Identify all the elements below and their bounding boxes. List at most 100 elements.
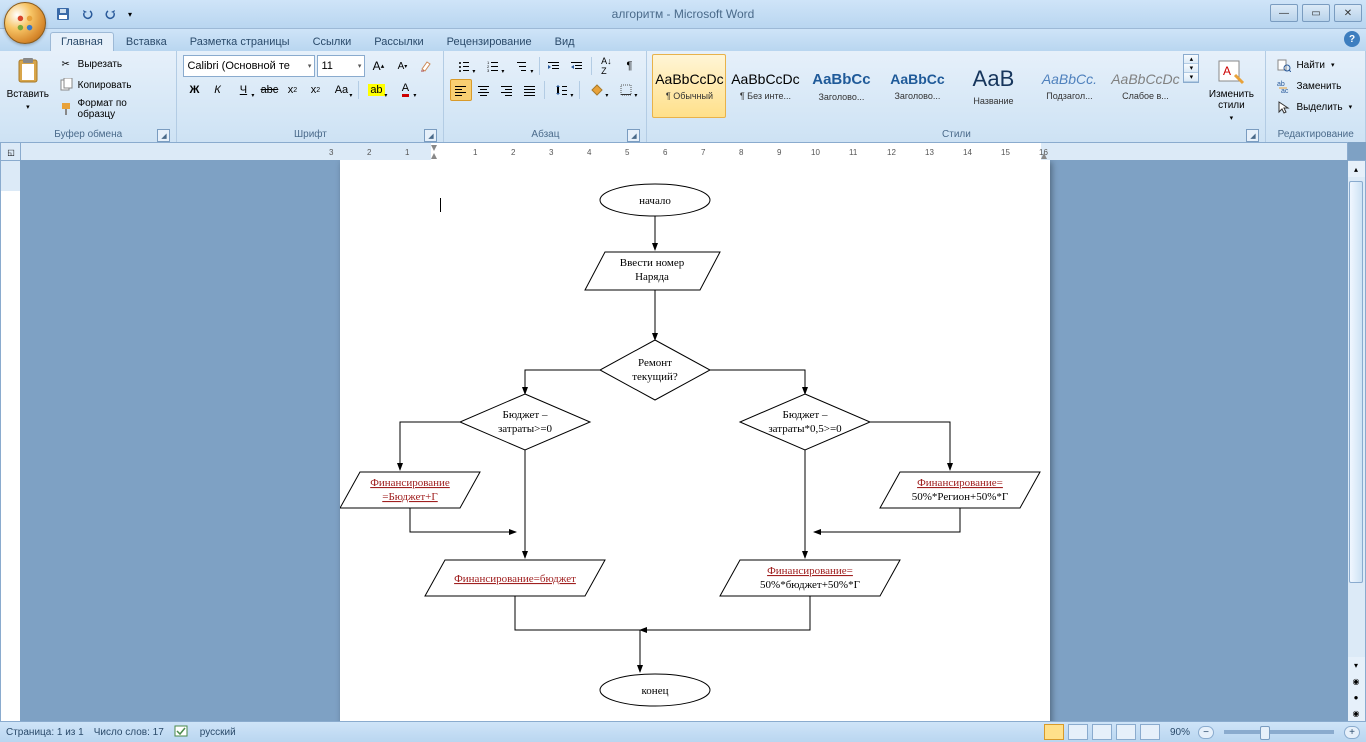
view-web-layout[interactable] bbox=[1092, 724, 1112, 740]
subscript-button[interactable]: x2 bbox=[281, 79, 303, 101]
svg-text:12: 12 bbox=[887, 148, 896, 157]
strikethrough-button[interactable]: abc bbox=[258, 79, 280, 101]
clear-formatting-button[interactable] bbox=[415, 55, 437, 77]
sort-button[interactable]: A↓Z bbox=[595, 55, 617, 77]
styles-scroll-down[interactable]: ▾ bbox=[1184, 64, 1198, 73]
tab-insert[interactable]: Вставка bbox=[115, 32, 178, 51]
svg-text:9: 9 bbox=[777, 148, 782, 157]
view-outline[interactable] bbox=[1116, 724, 1136, 740]
prev-page[interactable]: ◉ bbox=[1347, 673, 1365, 689]
next-page[interactable]: ◉ bbox=[1347, 705, 1365, 721]
tab-view[interactable]: Вид bbox=[544, 32, 586, 51]
clipboard-dialog-launcher[interactable]: ◢ bbox=[157, 129, 170, 142]
scroll-up[interactable]: ▴ bbox=[1347, 161, 1365, 177]
shading-button[interactable] bbox=[583, 79, 611, 101]
ruler-corner[interactable]: ◱ bbox=[0, 142, 22, 162]
format-painter-button[interactable]: Формат по образцу bbox=[54, 96, 171, 122]
zoom-level[interactable]: 90% bbox=[1170, 727, 1190, 738]
qat-customize-dropdown[interactable]: ▾ bbox=[124, 3, 136, 25]
tab-mailings[interactable]: Рассылки bbox=[363, 32, 434, 51]
horizontal-ruler[interactable]: 321 1234 5678 9101112 13141516 bbox=[20, 142, 1348, 162]
increase-indent-button[interactable] bbox=[566, 55, 588, 77]
replace-button[interactable]: abacЗаменить bbox=[1272, 76, 1356, 96]
numbering-button[interactable]: 123 bbox=[479, 55, 507, 77]
zoom-slider[interactable] bbox=[1224, 730, 1334, 734]
paste-button[interactable]: Вставить▾ bbox=[4, 53, 52, 115]
svg-text:8: 8 bbox=[739, 148, 744, 157]
styles-dialog-launcher[interactable]: ◢ bbox=[1246, 129, 1259, 142]
status-page[interactable]: Страница: 1 из 1 bbox=[6, 727, 84, 738]
qat-redo-button[interactable] bbox=[100, 3, 122, 25]
tab-home[interactable]: Главная bbox=[50, 32, 114, 51]
replace-icon: abac bbox=[1276, 78, 1292, 94]
align-left-button[interactable] bbox=[450, 79, 472, 101]
font-name-combo[interactable]: Calibri (Основной те▾ bbox=[183, 55, 315, 77]
style-4[interactable]: АаВНазвание bbox=[956, 54, 1030, 118]
font-color-button[interactable]: A bbox=[391, 79, 419, 101]
highlight-button[interactable]: ab bbox=[362, 79, 390, 101]
maximize-button[interactable]: ▭ bbox=[1302, 4, 1330, 22]
view-print-layout[interactable] bbox=[1044, 724, 1064, 740]
line-spacing-button[interactable] bbox=[548, 79, 576, 101]
styles-expand[interactable]: ▾ bbox=[1184, 73, 1198, 82]
close-button[interactable]: ✕ bbox=[1334, 4, 1362, 22]
vertical-ruler[interactable] bbox=[0, 160, 22, 722]
tab-review[interactable]: Рецензирование bbox=[436, 32, 543, 51]
grow-font-button[interactable]: A▴ bbox=[367, 55, 389, 77]
find-button[interactable]: Найти▾ bbox=[1272, 55, 1356, 75]
italic-button[interactable]: К bbox=[206, 79, 228, 101]
tab-references[interactable]: Ссылки bbox=[302, 32, 363, 51]
font-size-combo[interactable]: 11▾ bbox=[317, 55, 365, 77]
vertical-scrollbar[interactable]: ▴ ▾ ◉ ● ◉ bbox=[1346, 160, 1366, 722]
zoom-in-button[interactable]: + bbox=[1344, 726, 1360, 739]
flowchart-diagram: начало Ввести номер Наряда Ремонт текущи… bbox=[340, 160, 1050, 722]
bold-button[interactable]: Ж bbox=[183, 79, 205, 101]
styles-scroll-up[interactable]: ▴ bbox=[1184, 55, 1198, 64]
svg-text:5: 5 bbox=[625, 148, 630, 157]
style-2[interactable]: AaBbCcЗаголово... bbox=[804, 54, 878, 118]
svg-text:Финансирование=бюджет: Финансирование=бюджет bbox=[454, 573, 576, 585]
browse-object[interactable]: ● bbox=[1347, 689, 1365, 705]
paragraph-dialog-launcher[interactable]: ◢ bbox=[627, 129, 640, 142]
change-styles-button[interactable]: A Изменить стили▾ bbox=[1201, 53, 1261, 126]
svg-text:Финансирование=: Финансирование= bbox=[767, 565, 853, 577]
align-center-button[interactable] bbox=[473, 79, 495, 101]
multilevel-list-button[interactable] bbox=[508, 55, 536, 77]
style-1[interactable]: AaBbCcDc¶ Без инте... bbox=[728, 54, 802, 118]
minimize-button[interactable]: — bbox=[1270, 4, 1298, 22]
style-3[interactable]: AaBbCcЗаголово... bbox=[880, 54, 954, 118]
align-right-button[interactable] bbox=[496, 79, 518, 101]
decrease-indent-button[interactable] bbox=[543, 55, 565, 77]
view-draft[interactable] bbox=[1140, 724, 1160, 740]
scroll-down[interactable]: ▾ bbox=[1347, 657, 1365, 673]
justify-button[interactable] bbox=[519, 79, 541, 101]
status-words[interactable]: Число слов: 17 bbox=[94, 727, 164, 738]
borders-button[interactable] bbox=[612, 79, 640, 101]
status-language[interactable]: русский bbox=[200, 727, 236, 738]
select-button[interactable]: Выделить▾ bbox=[1272, 97, 1356, 117]
cut-button[interactable]: ✂Вырезать bbox=[54, 54, 171, 74]
superscript-button[interactable]: x2 bbox=[304, 79, 326, 101]
status-spellcheck-icon[interactable] bbox=[174, 724, 190, 741]
view-full-screen[interactable] bbox=[1068, 724, 1088, 740]
style-0[interactable]: AaBbCcDc¶ Обычный bbox=[652, 54, 726, 118]
change-case-button[interactable]: Aa bbox=[327, 79, 355, 101]
document-area[interactable]: начало Ввести номер Наряда Ремонт текущи… bbox=[20, 160, 1348, 722]
scroll-thumb[interactable] bbox=[1349, 181, 1363, 583]
show-marks-button[interactable]: ¶ bbox=[618, 55, 640, 77]
font-dialog-launcher[interactable]: ◢ bbox=[424, 129, 437, 142]
underline-button[interactable]: Ч bbox=[229, 79, 257, 101]
svg-text:затраты>=0: затраты>=0 bbox=[498, 423, 553, 435]
group-clipboard: Вставить▾ ✂Вырезать Копировать Формат по… bbox=[0, 51, 177, 143]
office-button[interactable] bbox=[4, 2, 46, 44]
qat-undo-button[interactable] bbox=[76, 3, 98, 25]
copy-button[interactable]: Копировать bbox=[54, 75, 171, 95]
zoom-out-button[interactable]: − bbox=[1198, 726, 1214, 739]
help-button[interactable]: ? bbox=[1344, 31, 1360, 47]
shrink-font-button[interactable]: A▾ bbox=[391, 55, 413, 77]
tab-page-layout[interactable]: Разметка страницы bbox=[179, 32, 301, 51]
bullets-button[interactable] bbox=[450, 55, 478, 77]
style-5[interactable]: AaBbCc.Подзагол... bbox=[1032, 54, 1106, 118]
style-6[interactable]: AaBbCcDcСлабое в... bbox=[1108, 54, 1182, 118]
qat-save-button[interactable] bbox=[52, 3, 74, 25]
